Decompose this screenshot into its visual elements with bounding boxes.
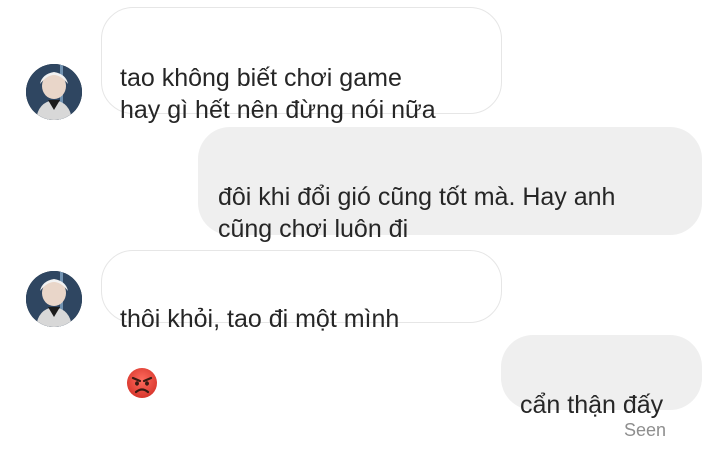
- message-bubble-incoming[interactable]: tao không biết chơi game hay gì hết nên …: [101, 7, 502, 124]
- message-bubble-incoming[interactable]: thôi khỏi, tao đi một mình: [101, 250, 502, 398]
- message-text: tao không biết chơi game hay gì hết nên …: [120, 64, 436, 124]
- message-bubble-outgoing[interactable]: cẩn thận đấy: [501, 335, 702, 419]
- message-text: cẩn thận đấy: [520, 391, 664, 419]
- contact-avatar[interactable]: [26, 271, 82, 327]
- message-text: đôi khi đổi gió cũng tốt mà. Hay anh cũn…: [218, 183, 616, 243]
- contact-avatar[interactable]: [26, 64, 82, 120]
- avatar-icon: [26, 64, 82, 120]
- chat-thread: tao không biết chơi game hay gì hết nên …: [0, 0, 720, 451]
- angry-face-icon: [126, 335, 158, 407]
- avatar-icon: [26, 271, 82, 327]
- message-text: thôi khỏi, tao đi một mình: [120, 305, 400, 333]
- seen-status: Seen: [623, 420, 666, 440]
- message-bubble-outgoing[interactable]: đôi khi đổi gió cũng tốt mà. Hay anh cũn…: [198, 127, 702, 243]
